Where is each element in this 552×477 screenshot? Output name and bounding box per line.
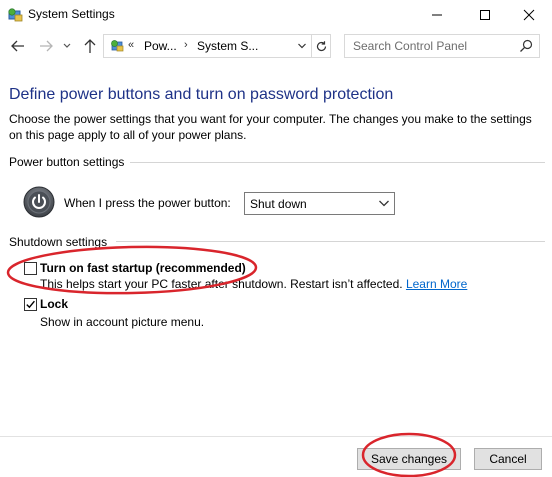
- maximize-button[interactable]: [462, 0, 508, 30]
- address-bar[interactable]: « Pow... › System S...: [103, 34, 331, 58]
- breadcrumb-system-settings[interactable]: System S...: [197, 39, 258, 53]
- refresh-button[interactable]: [311, 35, 331, 57]
- cancel-button[interactable]: Cancel: [474, 448, 542, 470]
- learn-more-link[interactable]: Learn More: [406, 277, 467, 291]
- search-icon: [520, 39, 533, 52]
- power-button-settings-title: Power button settings: [9, 155, 131, 169]
- chevron-down-icon: [379, 200, 389, 207]
- breadcrumb-separator-icon: ›: [184, 39, 188, 51]
- breadcrumb-power-options[interactable]: Pow...: [144, 39, 177, 53]
- close-button[interactable]: [506, 0, 552, 30]
- close-icon: [523, 9, 535, 21]
- lock-label[interactable]: Lock: [40, 297, 68, 311]
- control-panel-icon: [8, 8, 23, 22]
- lock-description: Show in account picture menu.: [40, 315, 205, 329]
- power-button-action-value: Shut down: [250, 197, 307, 211]
- footer-divider: [0, 436, 552, 437]
- group-divider: [116, 241, 545, 242]
- up-button[interactable]: [80, 37, 100, 55]
- minimize-button[interactable]: [414, 0, 460, 30]
- refresh-icon: [316, 40, 327, 51]
- minimize-icon: [432, 14, 442, 16]
- fast-startup-description-text: This helps start your PC faster after sh…: [40, 277, 403, 291]
- forward-button[interactable]: [36, 37, 56, 55]
- checkmark-icon: [26, 300, 35, 309]
- maximize-icon: [480, 10, 490, 20]
- page-description: Choose the power settings that you want …: [9, 112, 532, 142]
- address-dropdown-button[interactable]: [294, 35, 310, 57]
- page-title: Define power buttons and turn on passwor…: [9, 86, 394, 103]
- back-arrow-icon: [11, 40, 24, 52]
- fast-startup-label[interactable]: Turn on fast startup (recommended): [40, 261, 246, 275]
- back-button[interactable]: [8, 37, 28, 55]
- chevron-down-icon: [298, 43, 306, 49]
- forward-arrow-icon: [40, 40, 53, 52]
- shutdown-settings-title: Shutdown settings: [9, 235, 114, 249]
- chevron-down-icon: [63, 43, 71, 48]
- window-title: System Settings: [28, 7, 115, 21]
- recent-locations-button[interactable]: [60, 37, 74, 55]
- power-button-label: When I press the power button:: [64, 196, 231, 210]
- fast-startup-description: This helps start your PC faster after sh…: [40, 277, 467, 291]
- fast-startup-checkbox[interactable]: [24, 262, 37, 275]
- control-panel-icon: [111, 40, 124, 52]
- title-bar: System Settings: [0, 0, 552, 30]
- power-button-action-select[interactable]: Shut down: [244, 192, 395, 215]
- search-placeholder: Search Control Panel: [353, 39, 468, 53]
- save-changes-button[interactable]: Save changes: [357, 448, 461, 470]
- search-input[interactable]: Search Control Panel: [344, 34, 540, 58]
- lock-checkbox[interactable]: [24, 298, 37, 311]
- group-divider: [130, 162, 545, 163]
- up-arrow-icon: [84, 39, 96, 53]
- power-icon: [23, 186, 55, 218]
- address-overflow[interactable]: «: [128, 39, 134, 51]
